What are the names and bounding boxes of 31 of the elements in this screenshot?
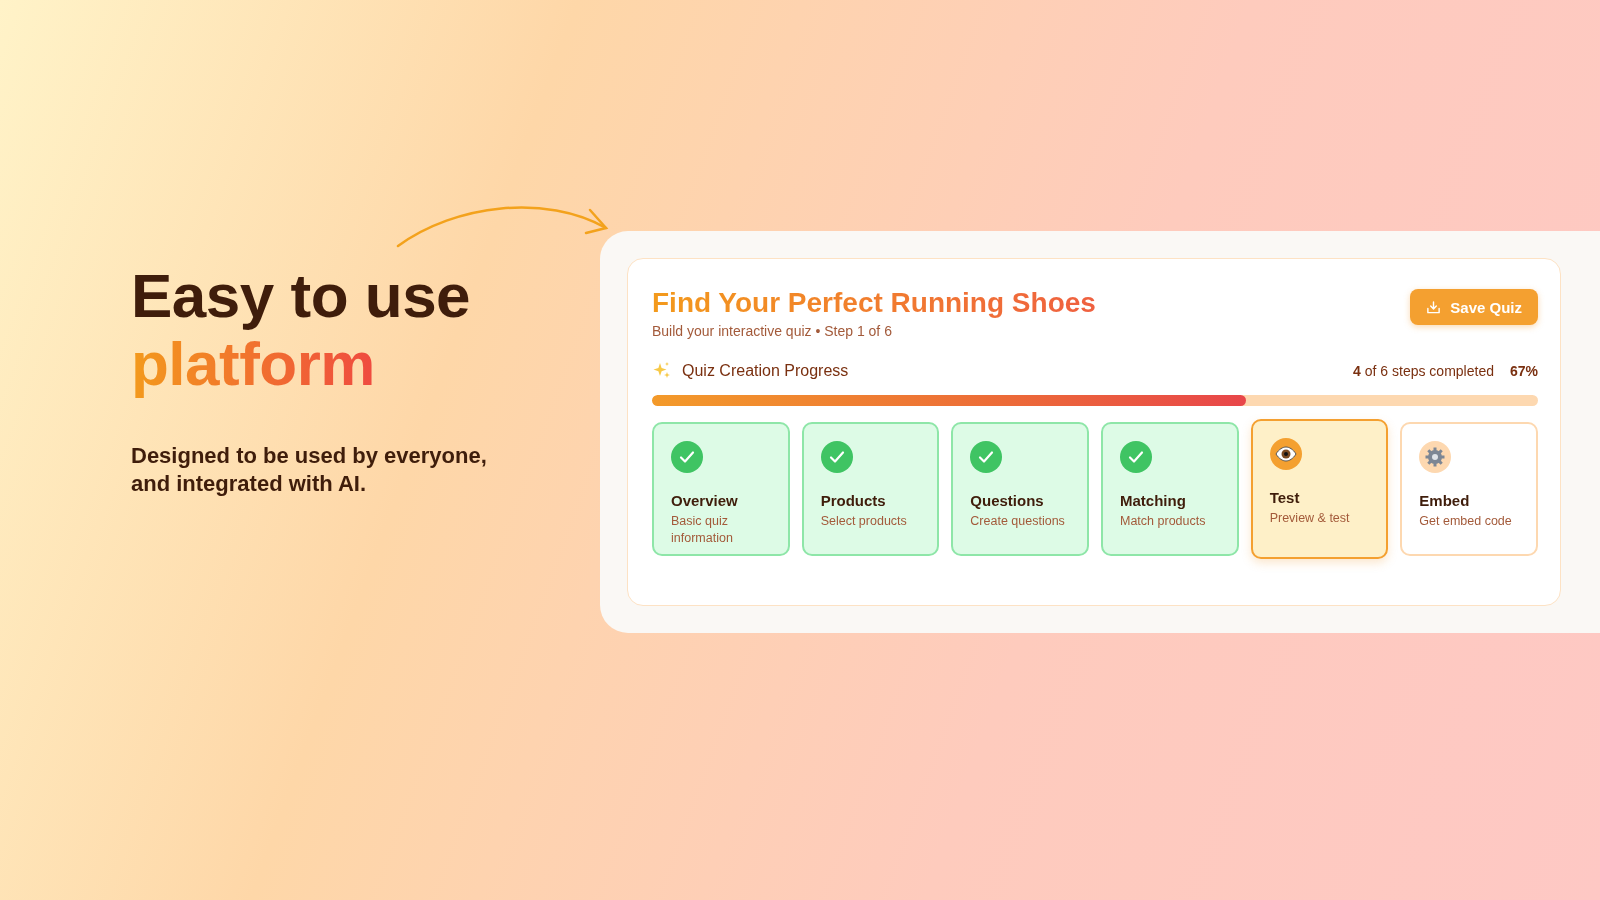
- progress-percent: 67%: [1509, 363, 1538, 379]
- step-description: Preview & test: [1269, 510, 1351, 527]
- headline: Easy to use: [131, 261, 471, 330]
- progress-summary: 4 of 6 steps completed: [1353, 363, 1494, 379]
- step-card[interactable]: Embed Get embed code: [1400, 422, 1538, 556]
- step-description: Get embed code: [1419, 513, 1513, 530]
- eye-icon: [1269, 438, 1302, 470]
- tagline: Designed to be used by everyone, and integrated with AI.: [131, 442, 488, 498]
- step-card[interactable]: Overview Basic quiz information: [652, 422, 790, 556]
- checkmark-icon: [820, 441, 853, 473]
- checkmark-icon: [1120, 441, 1152, 473]
- checkmark-icon: [671, 441, 703, 473]
- step-description: Match products: [1120, 513, 1207, 530]
- download-icon: [1426, 299, 1442, 315]
- step-title: Matching: [1120, 492, 1187, 509]
- step-description: Basic quiz information: [671, 513, 734, 547]
- step-card[interactable]: Products Select products: [801, 422, 940, 556]
- step-title: Questions: [970, 492, 1045, 509]
- quiz-subtitle: Build your interactive quiz • Step 1 of 6: [652, 323, 893, 339]
- step-title: Overview: [671, 492, 739, 509]
- step-card[interactable]: Test Preview & test: [1250, 419, 1389, 559]
- step-title: Embed: [1419, 492, 1471, 509]
- step-card[interactable]: Matching Match products: [1101, 422, 1239, 556]
- progress-label: Quiz Creation Progress: [682, 362, 849, 380]
- checkmark-icon: [970, 441, 1003, 473]
- step-description: Select products: [820, 513, 908, 530]
- step-card[interactable]: Questions Create questions: [951, 422, 1089, 556]
- step-title: Products: [820, 492, 887, 509]
- step-title: Test: [1269, 489, 1301, 506]
- gear-icon: [1419, 441, 1452, 473]
- step-description: Create questions: [970, 513, 1066, 530]
